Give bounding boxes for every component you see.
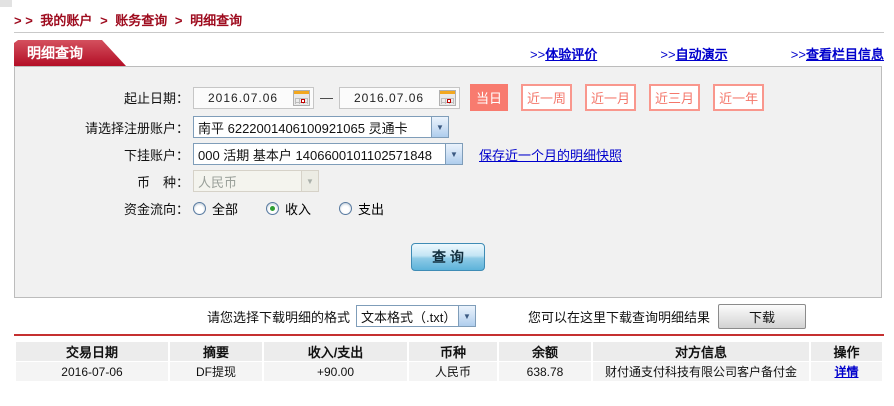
cell-date: 2016-07-06 bbox=[16, 362, 168, 381]
currency-value: 人民币 bbox=[194, 171, 301, 191]
download-button[interactable]: 下载 bbox=[718, 304, 806, 329]
currency-label: 币 种： bbox=[15, 172, 189, 191]
col-header-action: 操作 bbox=[811, 342, 882, 361]
breadcrumb-divider bbox=[14, 32, 884, 33]
currency-row: 币 种： 人民币 ▼ bbox=[15, 170, 881, 192]
sub-account-select[interactable]: 000 活期 基本户 1406600101102571848 ▼ bbox=[193, 143, 463, 165]
registered-account-select[interactable]: 南平 6222001406100921065 灵通卡 ▼ bbox=[193, 116, 449, 138]
date-range-separator: — bbox=[320, 90, 333, 105]
quick-range-quarter-button[interactable]: 近三月 bbox=[649, 84, 700, 111]
transaction-table: 交易日期 摘要 收入/支出 币种 余额 对方信息 操作 2016-07-06 D… bbox=[14, 341, 884, 382]
detail-link[interactable]: 详情 bbox=[834, 365, 858, 379]
query-form-panel: 起止日期： 2016.07.06 — 2016.07.06 当日 近一周 近一月… bbox=[14, 66, 882, 298]
sub-account-label: 下挂账户： bbox=[15, 145, 189, 164]
breadcrumb-separator: > bbox=[175, 13, 183, 28]
date-range-label: 起止日期： bbox=[15, 88, 189, 107]
col-header-counterparty: 对方信息 bbox=[593, 342, 809, 361]
col-header-date: 交易日期 bbox=[16, 342, 168, 361]
header-links: >>体验评价 >>自动演示 >>查看栏目信息 bbox=[530, 44, 884, 63]
end-date-input[interactable]: 2016.07.06 bbox=[339, 87, 460, 109]
quick-range-month-button[interactable]: 近一月 bbox=[585, 84, 636, 111]
view-column-info-label: 查看栏目信息 bbox=[806, 47, 884, 62]
fund-flow-option-all[interactable]: 全部 bbox=[193, 199, 238, 218]
end-date-value: 2016.07.06 bbox=[354, 91, 424, 105]
quick-range-buttons: 当日 近一周 近一月 近三月 近一年 bbox=[470, 84, 764, 111]
table-row: 2016-07-06 DF提现 +90.00 人民币 638.78 财付通支付科… bbox=[16, 362, 882, 381]
sub-account-value: 000 活期 基本户 1406600101102571848 bbox=[194, 144, 445, 164]
link-arrow-prefix: >> bbox=[530, 47, 545, 62]
query-button[interactable]: 查 询 bbox=[411, 243, 485, 271]
breadcrumb-item-detail-query: 明细查询 bbox=[190, 13, 242, 28]
quick-range-today-button[interactable]: 当日 bbox=[470, 84, 508, 111]
fund-flow-option-all-label: 全部 bbox=[212, 199, 238, 218]
experience-review-label: 体验评价 bbox=[545, 47, 597, 62]
download-row: 请您选择下载明细的格式 文本格式（.txt） ▼ 您可以在这里下载查询明细结果 … bbox=[0, 303, 894, 329]
fund-flow-label: 资金流向： bbox=[15, 199, 189, 218]
start-date-value: 2016.07.06 bbox=[208, 91, 278, 105]
quick-range-week-button[interactable]: 近一周 bbox=[521, 84, 572, 111]
fund-flow-option-expense-label: 支出 bbox=[358, 199, 384, 218]
download-format-label: 请您选择下载明细的格式 bbox=[207, 307, 350, 326]
link-arrow-prefix: >> bbox=[791, 47, 806, 62]
download-result-hint: 您可以在这里下载查询明细结果 bbox=[528, 307, 710, 326]
auto-demo-label: 自动演示 bbox=[676, 47, 728, 62]
fund-flow-radio-group: 全部 收入 支出 bbox=[193, 199, 384, 218]
cell-summary: DF提现 bbox=[170, 362, 262, 381]
cell-action: 详情 bbox=[811, 362, 882, 381]
cell-counterparty: 财付通支付科技有限公司客户备付金 bbox=[593, 362, 809, 381]
experience-review-link[interactable]: >>体验评价 bbox=[530, 44, 597, 63]
link-arrow-prefix: >> bbox=[660, 47, 675, 62]
save-monthly-snapshot-link[interactable]: 保存近一个月的明细快照 bbox=[479, 145, 622, 164]
table-top-divider bbox=[14, 334, 884, 336]
quick-range-year-button[interactable]: 近一年 bbox=[713, 84, 764, 111]
breadcrumb-prefix: > > bbox=[14, 13, 33, 28]
calendar-icon[interactable] bbox=[293, 90, 310, 106]
registered-account-row: 请选择注册账户： 南平 6222001406100921065 灵通卡 ▼ bbox=[15, 116, 881, 138]
table-header-row: 交易日期 摘要 收入/支出 币种 余额 对方信息 操作 bbox=[16, 342, 882, 361]
tab-detail-query: 明细查询 bbox=[14, 40, 126, 66]
registered-account-value: 南平 6222001406100921065 灵通卡 bbox=[194, 117, 431, 137]
currency-select: 人民币 ▼ bbox=[193, 170, 319, 192]
cell-balance: 638.78 bbox=[499, 362, 591, 381]
download-format-select[interactable]: 文本格式（.txt） ▼ bbox=[356, 305, 476, 327]
cell-currency: 人民币 bbox=[409, 362, 497, 381]
fund-flow-option-expense[interactable]: 支出 bbox=[339, 199, 384, 218]
cell-amount: +90.00 bbox=[264, 362, 407, 381]
col-header-balance: 余额 bbox=[499, 342, 591, 361]
download-format-value: 文本格式（.txt） bbox=[357, 306, 458, 326]
breadcrumb-separator: > bbox=[100, 13, 108, 28]
radio-checked-icon[interactable] bbox=[266, 202, 279, 215]
chevron-down-icon: ▼ bbox=[301, 171, 318, 191]
detail-query-page: > > 我的账户 > 账务查询 > 明细查询 明细查询 >>体验评价 >>自动演… bbox=[0, 0, 894, 406]
radio-unchecked-icon[interactable] bbox=[339, 202, 352, 215]
col-header-currency: 币种 bbox=[409, 342, 497, 361]
date-range-row: 起止日期： 2016.07.06 — 2016.07.06 当日 近一周 近一月… bbox=[15, 84, 881, 111]
auto-demo-link[interactable]: >>自动演示 bbox=[660, 44, 727, 63]
calendar-icon[interactable] bbox=[439, 90, 456, 106]
col-header-amount: 收入/支出 bbox=[264, 342, 407, 361]
fund-flow-row: 资金流向： 全部 收入 支出 bbox=[15, 197, 881, 219]
chevron-down-icon[interactable]: ▼ bbox=[445, 144, 462, 164]
chevron-down-icon[interactable]: ▼ bbox=[431, 117, 448, 137]
sub-account-row: 下挂账户： 000 活期 基本户 1406600101102571848 ▼ 保… bbox=[15, 143, 881, 165]
page-corner-decoration bbox=[0, 0, 12, 7]
fund-flow-option-income[interactable]: 收入 bbox=[266, 199, 311, 218]
start-date-input[interactable]: 2016.07.06 bbox=[193, 87, 314, 109]
fund-flow-option-income-label: 收入 bbox=[285, 199, 311, 218]
view-column-info-link[interactable]: >>查看栏目信息 bbox=[791, 44, 884, 63]
col-header-summary: 摘要 bbox=[170, 342, 262, 361]
breadcrumb: > > 我的账户 > 账务查询 > 明细查询 bbox=[14, 10, 246, 29]
breadcrumb-item-my-account[interactable]: 我的账户 bbox=[40, 13, 92, 28]
chevron-down-icon[interactable]: ▼ bbox=[458, 306, 475, 326]
registered-account-label: 请选择注册账户： bbox=[15, 118, 189, 137]
breadcrumb-item-account-query[interactable]: 账务查询 bbox=[115, 13, 167, 28]
radio-unchecked-icon[interactable] bbox=[193, 202, 206, 215]
